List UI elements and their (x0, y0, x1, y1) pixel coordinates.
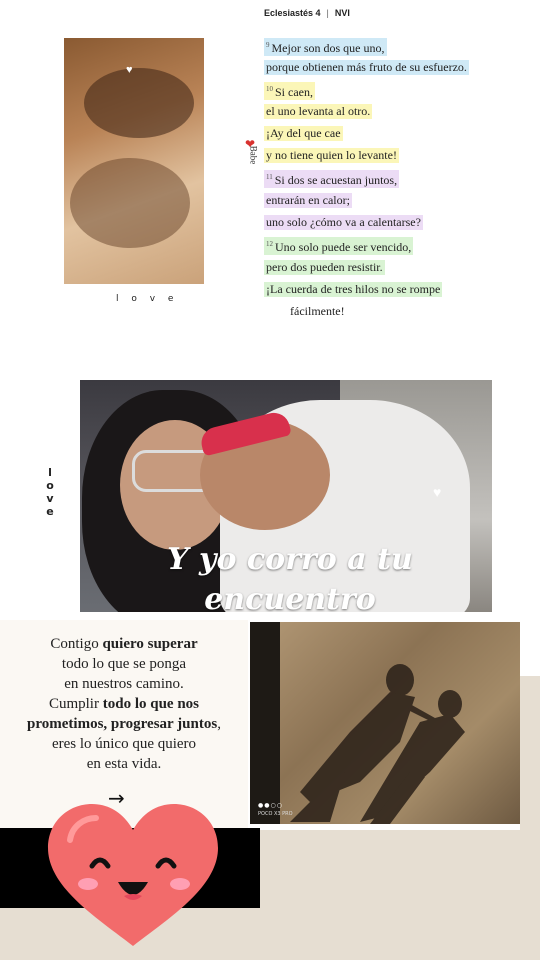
bible-verse-line: porque obtienen más fruto de su esfuerzo… (264, 60, 469, 75)
couple-shadow-silhouette (290, 664, 465, 824)
quote-line: Cumplir todo lo que nos (0, 694, 248, 714)
quote-line: todo lo que se ponga (0, 654, 248, 674)
camera-watermark: POCO X3 PRO (258, 811, 293, 817)
bible-verse-line: 9 Mejor son dos que uno, (264, 38, 387, 56)
verse-number: 10 (266, 85, 273, 93)
bible-verse-line: fácilmente! (288, 304, 347, 319)
bible-verse-line: 12 Uno solo puede ser vencido, (264, 237, 414, 255)
bible-verse-line: 10 Si caen, (264, 82, 315, 100)
quote-text: en esta vida. (86, 756, 162, 772)
smiling-heart-icon (48, 804, 218, 946)
quote-line: en nuestros camino. (0, 674, 248, 694)
verse-text: porque obtienen más fruto de su esfuerzo… (266, 60, 467, 74)
bible-verse-line: entrarán en calor; (264, 193, 352, 208)
bible-verse-line: ¡La cuerda de tres hilos no se rompe (264, 282, 443, 297)
bible-verse-line: 11 Si dos se acuestan juntos, (264, 170, 400, 188)
bible-verse-line: y no tiene quien lo levante! (264, 148, 399, 163)
verse-text: ¡La cuerda de tres hilos no se rompe (266, 282, 441, 296)
verse-text: fácilmente! (290, 304, 345, 318)
bible-verse-line: uno solo ¿cómo va a calentarse? (264, 215, 423, 230)
verse-text: Si caen, (275, 85, 313, 99)
camera-watermark-dots: ●●○○ (258, 802, 283, 809)
quote-bold-text: todo lo que nos (102, 696, 200, 712)
shadow-photo (250, 622, 520, 824)
bible-verse-line: el uno levanta al otro. (264, 104, 373, 119)
bible-reference-header: Eclesiastés 4 | NVI (264, 8, 350, 18)
verse-text: ¡Ay del que cae (266, 126, 341, 140)
couple-photo-1: ♥ (64, 38, 204, 284)
quote-text: en nuestros camino. (64, 676, 184, 692)
verse-text: Uno solo puede ser vencido, (275, 240, 412, 254)
verse-text: pero dos pueden resistir. (266, 260, 383, 274)
verse-text: uno solo ¿cómo va a calentarse? (266, 215, 421, 229)
verse-text: Si dos se acuestan juntos, (274, 173, 398, 187)
photo-caption: Y yo corro a tu encuentro (167, 542, 413, 612)
bible-book: Eclesiastés 4 (264, 8, 321, 18)
verse-number: 12 (266, 240, 273, 248)
quote-text: eres lo único que quiero (51, 736, 197, 752)
bible-verse-line: ¡Ay del que cae (264, 126, 343, 141)
quote-text: todo lo que se ponga (61, 656, 187, 672)
quote-bold-text: prometimos, progresar juntos (27, 716, 218, 732)
verse-text: entrarán en calor; (266, 193, 350, 207)
verse-number: 11 (266, 173, 273, 181)
quote-line: en esta vida. (0, 754, 248, 774)
love-label-1: l o v e (116, 294, 179, 304)
quote-bold-text: quiero superar (102, 636, 198, 652)
love-label-vertical: l o v e (46, 466, 54, 518)
verse-text: Mejor son dos que uno, (271, 41, 385, 55)
quote-text: Cumplir (48, 696, 103, 712)
quote-line: eres lo único que quiero (0, 734, 248, 754)
love-quote: Contigo quiero superar todo lo que se pon… (0, 634, 248, 774)
bible-version: NVI (334, 8, 350, 18)
beige-background-strip (520, 676, 540, 836)
quote-text: , (217, 716, 221, 732)
quote-line: prometimos, progresar juntos, (0, 714, 248, 734)
quote-line: Contigo quiero superar (0, 634, 248, 654)
babe-label: Babe (248, 145, 259, 165)
white-heart-icon: ♥ (126, 64, 133, 76)
caption-clip: Y yo corro a tu encuentro (80, 540, 492, 612)
verse-text: el uno levanta al otro. (266, 104, 371, 118)
bible-verse-line: pero dos pueden resistir. (264, 260, 385, 275)
verse-number: 9 (266, 41, 270, 49)
white-heart-icon: ♥ (433, 486, 442, 501)
verse-text: y no tiene quien lo levante! (266, 148, 397, 162)
quote-text: Contigo (50, 636, 103, 652)
